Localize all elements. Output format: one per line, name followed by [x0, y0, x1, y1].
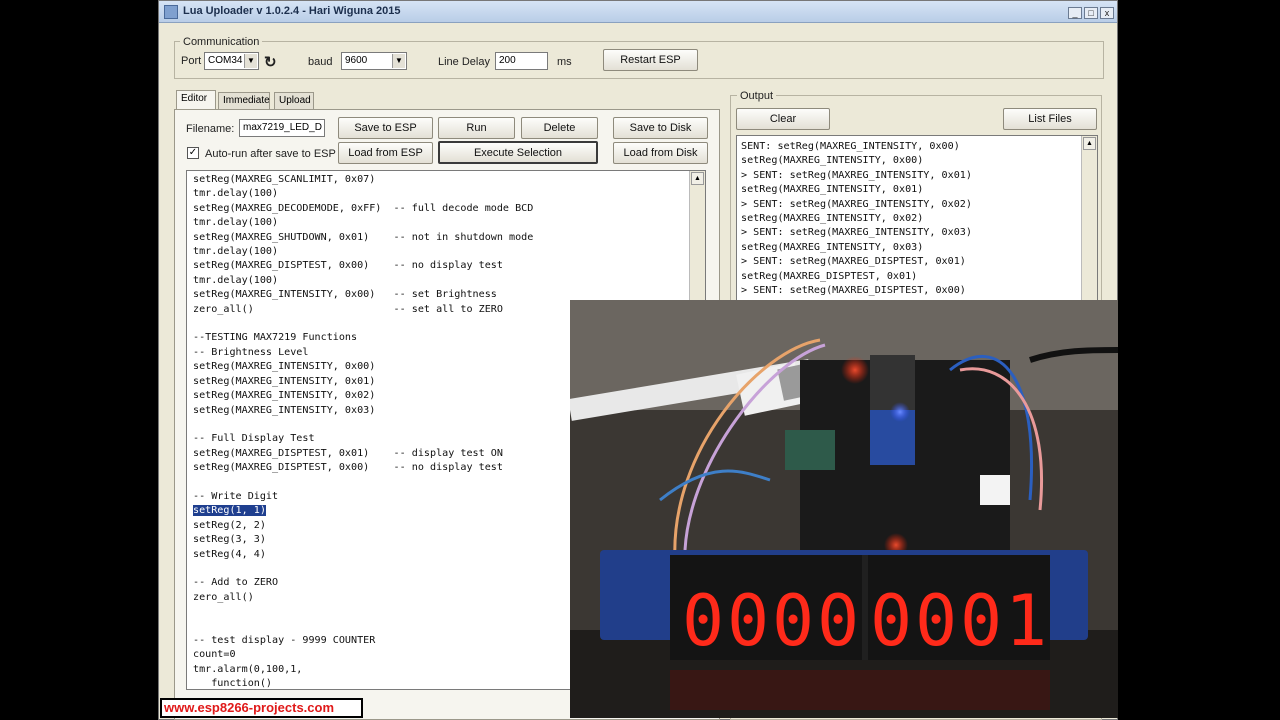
display-digit: 0: [960, 580, 1002, 662]
display-digit: 0: [817, 580, 859, 662]
scroll-up-icon[interactable]: ▲: [1083, 137, 1096, 150]
display-digit: 0: [682, 580, 724, 662]
app-icon: [164, 5, 178, 19]
code-selection: setReg(1, 1): [193, 505, 266, 517]
baud-value: 9600: [345, 55, 368, 66]
title-bar: Lua Uploader v 1.0.2.4 - Hari Wiguna 201…: [159, 1, 1117, 23]
output-text: SENT: setReg(MAXREG_INTENSITY, 0x00) set…: [741, 141, 972, 297]
baud-select[interactable]: 9600 ▼: [341, 52, 407, 70]
display-digit: 0: [772, 580, 814, 662]
load-from-disk-button[interactable]: Load from Disk: [613, 142, 708, 164]
port-label: Port: [181, 55, 202, 67]
window-title: Lua Uploader v 1.0.2.4 - Hari Wiguna 201…: [183, 5, 401, 17]
dropdown-arrow-icon[interactable]: ▼: [244, 54, 257, 68]
code-block-after: setReg(2, 2) setReg(3, 3) setReg(4, 4) -…: [193, 519, 376, 690]
clear-button[interactable]: Clear: [736, 108, 830, 130]
display-digit: 0: [915, 580, 957, 662]
line-delay-input[interactable]: 200: [495, 52, 548, 70]
maximize-button[interactable]: □: [1084, 7, 1098, 19]
port-value: COM34: [208, 55, 243, 66]
website-caption: www.esp8266-projects.com: [160, 698, 363, 718]
run-button[interactable]: Run: [438, 117, 515, 139]
autorun-checkbox[interactable]: ✓: [187, 147, 199, 159]
output-scrollbar[interactable]: ▲: [1081, 136, 1097, 304]
dropdown-arrow-icon[interactable]: ▼: [392, 54, 405, 68]
line-delay-label: Line Delay: [438, 56, 490, 68]
output-console[interactable]: SENT: setReg(MAXREG_INTENSITY, 0x00) set…: [736, 135, 1098, 305]
load-from-esp-button[interactable]: Load from ESP: [338, 142, 433, 164]
display-digit: 0: [727, 580, 769, 662]
minimize-button[interactable]: _: [1068, 7, 1082, 19]
autorun-label: Auto-run after save to ESP: [205, 148, 336, 160]
display-digit: 1: [1005, 580, 1047, 662]
baud-label: baud: [308, 56, 333, 68]
output-legend: Output: [737, 90, 777, 102]
refresh-icon[interactable]: ↻: [264, 53, 277, 71]
code-text[interactable]: setReg(MAXREG_SCANLIMIT, 0x07) tmr.delay…: [193, 173, 534, 690]
save-to-esp-button[interactable]: Save to ESP: [338, 117, 433, 139]
execute-selection-button[interactable]: Execute Selection: [438, 141, 598, 164]
communication-legend: Communication: [180, 36, 263, 48]
filename-label: Filename:: [186, 123, 235, 135]
scroll-up-icon[interactable]: ▲: [691, 172, 704, 185]
tab-upload[interactable]: Upload: [274, 92, 314, 110]
hardware-photo: 00000001: [570, 300, 1118, 718]
filename-input[interactable]: max7219_LED_D: [239, 119, 325, 137]
close-button[interactable]: x: [1100, 7, 1114, 19]
photo-illustration: 00000001: [570, 300, 1118, 718]
display-digit: 0: [870, 580, 912, 662]
line-delay-unit: ms: [557, 56, 572, 68]
save-to-disk-button[interactable]: Save to Disk: [613, 117, 708, 139]
list-files-button[interactable]: List Files: [1003, 108, 1097, 130]
delete-button[interactable]: Delete: [521, 117, 598, 139]
restart-esp-button[interactable]: Restart ESP: [603, 49, 698, 71]
port-select[interactable]: COM34 ▼: [204, 52, 259, 70]
tab-immediate[interactable]: Immediate: [218, 92, 270, 110]
tab-editor[interactable]: Editor: [176, 90, 216, 111]
code-block-before: setReg(MAXREG_SCANLIMIT, 0x07) tmr.delay…: [193, 174, 534, 502]
